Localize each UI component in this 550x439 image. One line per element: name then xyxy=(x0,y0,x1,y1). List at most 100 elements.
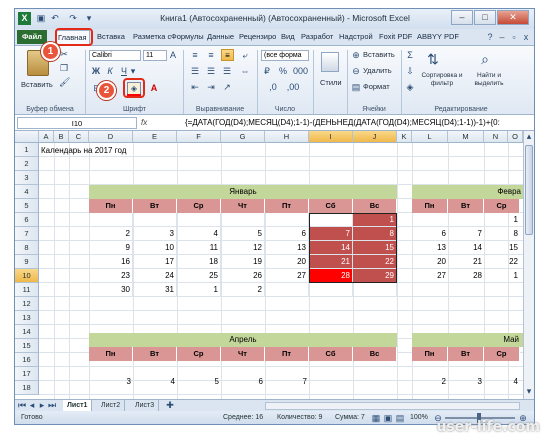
merge-cells-icon[interactable]: ⇔ xyxy=(239,66,251,77)
row-header-1[interactable]: 1 xyxy=(15,143,39,157)
april-weekday-5[interactable]: Пт xyxy=(265,347,309,361)
maximize-button[interactable]: □ xyxy=(474,10,496,25)
april-day-cell[interactable]: 5 xyxy=(177,375,221,389)
tab-foxit-pdf[interactable]: Foxit PDF xyxy=(377,30,414,44)
february-day-cell[interactable]: 13 xyxy=(412,241,448,255)
february-day-cell[interactable]: 1 xyxy=(484,213,520,227)
column-header-e[interactable]: E xyxy=(133,131,177,143)
select-all-corner[interactable] xyxy=(15,131,39,143)
january-day-cell[interactable]: 27 xyxy=(265,269,309,283)
january-day-cell[interactable]: 10 xyxy=(133,241,177,255)
excel-logo-icon[interactable]: X xyxy=(18,12,31,25)
january-day-cell[interactable]: 23 xyxy=(89,269,133,283)
column-header-n[interactable]: N xyxy=(484,131,508,143)
tab-data[interactable]: Данные xyxy=(205,30,236,44)
may-day-cell[interactable]: 2 xyxy=(412,375,448,389)
italic-icon[interactable]: К xyxy=(105,66,115,77)
row-header-8[interactable]: 8 xyxy=(15,241,39,255)
tab-review[interactable]: Рецензиро xyxy=(237,30,278,44)
february-weekday-1[interactable]: Пн xyxy=(412,199,448,213)
january-weekday-6[interactable]: Сб xyxy=(309,199,353,213)
january-day-cell[interactable] xyxy=(177,213,221,227)
may-weekday-3[interactable]: Ср xyxy=(484,347,520,361)
tab-file[interactable]: Файл xyxy=(17,30,47,44)
january-day-cell[interactable]: 2 xyxy=(221,283,265,297)
thousands-icon[interactable]: 000 xyxy=(293,66,308,77)
april-weekday-7[interactable]: Вс xyxy=(353,347,397,361)
january-day-cell[interactable] xyxy=(221,213,265,227)
january-day-cell[interactable]: 20 xyxy=(265,255,309,269)
february-weekday-3[interactable]: Ср xyxy=(484,199,520,213)
normal-view-icon[interactable]: ▦ xyxy=(371,413,381,424)
april-day-cell[interactable] xyxy=(309,375,353,389)
january-day-cell[interactable] xyxy=(133,213,177,227)
january-day-cell[interactable] xyxy=(265,213,309,227)
january-day-cell[interactable]: 19 xyxy=(221,255,265,269)
ribbon-close-icon[interactable]: x xyxy=(521,32,531,43)
format-cells-button[interactable]: Формат xyxy=(363,82,390,91)
calendar-title[interactable]: Календарь на 2017 год xyxy=(41,145,126,157)
row-header-18[interactable]: 18 xyxy=(15,381,39,395)
tab-addins[interactable]: Надстрой xyxy=(337,30,375,44)
tab-view[interactable]: Вид xyxy=(279,30,297,44)
row-header-6[interactable]: 6 xyxy=(15,213,39,227)
january-day-cell[interactable]: 16 xyxy=(89,255,133,269)
february-day-cell[interactable] xyxy=(412,213,448,227)
find-select-icon[interactable]: ⌕ xyxy=(477,50,493,68)
january-day-cell[interactable]: 3 xyxy=(133,227,177,241)
month-header-april[interactable]: Апрель xyxy=(89,333,397,347)
february-day-cell[interactable]: 27 xyxy=(412,269,448,283)
january-weekday-7[interactable]: Вс xyxy=(353,199,397,213)
increase-indent-icon[interactable]: ⇥ xyxy=(205,82,217,93)
next-sheet-icon[interactable]: ▸ xyxy=(37,400,47,411)
january-weekday-3[interactable]: Ср xyxy=(177,199,221,213)
february-day-cell[interactable]: 21 xyxy=(448,255,484,269)
february-day-cell[interactable]: 6 xyxy=(412,227,448,241)
worksheet-grid[interactable]: A B C D E F G H I J K L M N O 1234567891… xyxy=(15,131,523,399)
scroll-thumb[interactable] xyxy=(525,145,533,235)
february-day-cell[interactable]: 22 xyxy=(484,255,520,269)
copy-icon[interactable]: ❐ xyxy=(59,63,69,74)
february-day-cell[interactable] xyxy=(412,283,448,297)
february-day-cell[interactable]: 7 xyxy=(448,227,484,241)
january-day-cell[interactable]: 26 xyxy=(221,269,265,283)
clear-icon[interactable]: ◈ xyxy=(405,82,415,93)
styles-button[interactable]: Стили xyxy=(320,78,342,87)
new-sheet-icon[interactable]: ✚ xyxy=(165,400,175,411)
january-day-cell[interactable]: 13 xyxy=(265,241,309,255)
row-header-14[interactable]: 14 xyxy=(15,325,39,339)
underline-icon[interactable]: Ч xyxy=(119,66,129,77)
close-button[interactable]: ✕ xyxy=(497,10,529,25)
ribbon-restore-icon[interactable]: ▫ xyxy=(509,32,519,43)
sheet-tab-2[interactable]: Лист2 xyxy=(97,400,126,411)
last-sheet-icon[interactable]: ⏭ xyxy=(47,400,57,411)
column-header-f[interactable]: F xyxy=(177,131,221,143)
name-box[interactable]: I10 xyxy=(17,117,137,129)
row-header-7[interactable]: 7 xyxy=(15,227,39,241)
february-day-cell[interactable]: 14 xyxy=(448,241,484,255)
january-day-cell[interactable] xyxy=(89,213,133,227)
align-left-icon[interactable]: ☰ xyxy=(189,66,201,77)
align-middle-icon[interactable]: ≡ xyxy=(205,50,217,61)
january-weekday-2[interactable]: Вт xyxy=(133,199,177,213)
column-header-b[interactable]: B xyxy=(54,131,69,143)
column-header-d[interactable]: D xyxy=(89,131,133,143)
january-weekday-5[interactable]: Пт xyxy=(265,199,309,213)
month-header-january[interactable]: Январь xyxy=(89,185,397,199)
february-day-cell[interactable]: 1 xyxy=(484,269,520,283)
fx-icon[interactable]: fx xyxy=(141,117,181,129)
january-day-cell[interactable]: 2 xyxy=(89,227,133,241)
january-day-cell[interactable]: 5 xyxy=(221,227,265,241)
ribbon-minimize-icon[interactable]: – xyxy=(497,32,507,43)
format-painter-icon[interactable]: 🖌 xyxy=(59,77,70,88)
undo-icon[interactable]: ↶ xyxy=(49,12,61,24)
insert-cells-icon[interactable]: ⊕ xyxy=(351,50,361,61)
font-name-select[interactable]: Calibri xyxy=(89,50,141,61)
delete-cells-button[interactable]: Удалить xyxy=(363,66,392,75)
column-header-k[interactable]: K xyxy=(397,131,412,143)
january-day-cell[interactable]: 25 xyxy=(177,269,221,283)
formula-input[interactable]: {=ДАТА(ГОД(D4);МЕСЯЦ(D4);1-1)-(ДЕНЬНЕД(Д… xyxy=(185,116,530,130)
april-weekday-2[interactable]: Вт xyxy=(133,347,177,361)
may-weekday-1[interactable]: Пн xyxy=(412,347,448,361)
column-header-g[interactable]: G xyxy=(221,131,265,143)
